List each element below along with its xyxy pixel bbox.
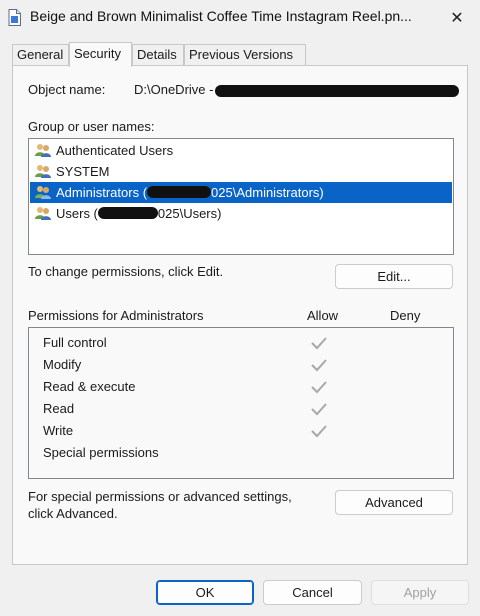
allow-checkmark-icon xyxy=(311,337,327,350)
close-button[interactable]: ✕ xyxy=(434,0,480,36)
list-item[interactable]: Authenticated Users xyxy=(30,140,452,161)
user-name-suffix: 025\Users) xyxy=(157,206,222,221)
permission-row: Read & execute xyxy=(29,376,453,398)
permissions-for-label: Permissions for Administrators xyxy=(28,308,204,323)
tab-general[interactable]: General xyxy=(12,44,69,66)
tab-security[interactable]: Security xyxy=(69,42,132,67)
object-name-label: Object name: xyxy=(28,82,106,97)
permission-name: Write xyxy=(43,423,74,438)
users-group-icon xyxy=(35,186,51,199)
advanced-button[interactable]: Advanced xyxy=(335,490,453,515)
permission-row: Write xyxy=(29,420,453,442)
user-name-suffix: 025\Administrators) xyxy=(211,185,324,200)
permission-row: Modify xyxy=(29,354,453,376)
tab-details[interactable]: Details xyxy=(132,44,184,66)
permission-row: Read xyxy=(29,398,453,420)
redaction-mark xyxy=(97,207,158,219)
change-permissions-hint: To change permissions, click Edit. xyxy=(28,264,224,279)
user-list[interactable]: Authenticated Users SYSTEM Administrator… xyxy=(28,138,454,255)
special-permissions-hint-line1: For special permissions or advanced sett… xyxy=(28,489,292,504)
users-group-icon xyxy=(35,165,51,178)
users-group-icon xyxy=(35,207,51,220)
title-bar: Beige and Brown Minimalist Coffee Time I… xyxy=(0,0,480,36)
redaction-mark xyxy=(147,186,212,198)
deny-column-header: Deny xyxy=(390,308,421,323)
permission-row: Special permissions xyxy=(29,442,453,464)
allow-checkmark-icon xyxy=(311,403,327,416)
permission-name: Read & execute xyxy=(43,379,136,394)
allow-checkmark-icon xyxy=(311,359,327,372)
permission-name: Special permissions xyxy=(43,445,159,460)
ok-button[interactable]: OK xyxy=(156,580,254,605)
cancel-button[interactable]: Cancel xyxy=(263,580,362,605)
permission-name: Full control xyxy=(43,335,107,350)
allow-checkmark-icon xyxy=(311,381,327,394)
group-or-user-names-label: Group or user names: xyxy=(28,119,155,134)
redaction-mark xyxy=(215,85,459,97)
permission-name: Modify xyxy=(43,357,82,372)
user-name: Authenticated Users xyxy=(56,143,174,158)
user-name: SYSTEM xyxy=(56,164,110,179)
list-item[interactable]: SYSTEM xyxy=(30,161,452,182)
permission-name: Read xyxy=(43,401,75,416)
list-item[interactable]: Users ( 025\Users) xyxy=(30,203,452,224)
allow-checkmark-icon xyxy=(311,425,327,438)
user-name: Administrators ( xyxy=(56,185,148,200)
users-group-icon xyxy=(35,144,51,157)
permissions-list[interactable]: Full control Modify Read & execute Read … xyxy=(28,327,454,479)
object-name-value: D:\OneDrive - xyxy=(134,82,214,97)
close-icon: ✕ xyxy=(450,10,464,27)
allow-column-header: Allow xyxy=(307,308,339,323)
window-title: Beige and Brown Minimalist Coffee Time I… xyxy=(30,8,412,24)
list-item-selected[interactable]: Administrators ( 025\Administrators) xyxy=(30,182,452,203)
permission-row: Full control xyxy=(29,332,453,354)
dialog-footer: OK Cancel Apply xyxy=(0,568,480,616)
edit-button[interactable]: Edit... xyxy=(335,264,453,289)
apply-button[interactable]: Apply xyxy=(371,580,469,605)
special-permissions-hint-line2: click Advanced. xyxy=(28,506,118,521)
tab-previous-versions[interactable]: Previous Versions xyxy=(184,44,306,66)
user-name: Users ( xyxy=(56,206,98,221)
image-file-icon xyxy=(8,9,21,26)
security-panel: Object name: D:\OneDrive - Group or user… xyxy=(12,65,468,565)
